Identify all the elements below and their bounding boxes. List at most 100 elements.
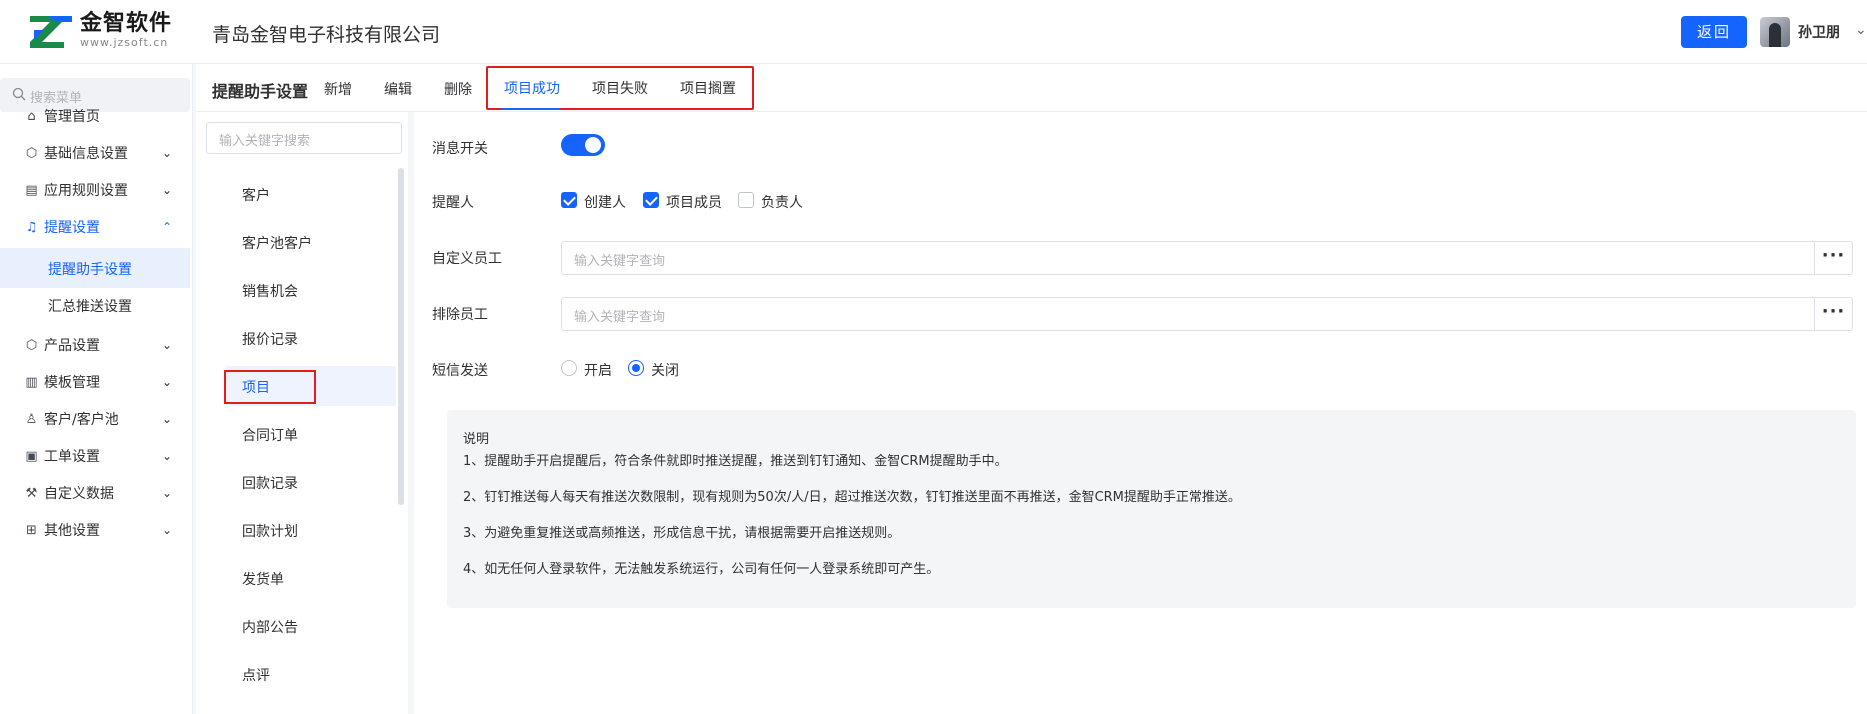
note-line: 1、提醒助手开启提醒后，符合条件就即时推送提醒，推送到钉钉通知、金智CRM提醒助… <box>463 454 1008 469</box>
sidebar-item-product[interactable]: ⬡ 产品设置 ⌄ <box>0 325 190 365</box>
cube-icon: ⬡ <box>25 337 38 353</box>
chevron-down-icon: ⌄ <box>162 412 173 426</box>
document-icon: ▤ <box>25 182 38 198</box>
exclude-staff-input[interactable]: 输入关键字查询 ··· <box>561 297 1853 331</box>
logo-mark-icon <box>28 12 74 50</box>
list-item[interactable]: 报价记录 <box>226 318 396 358</box>
list-item-label: 项目 <box>242 380 270 396</box>
sidebar-item-label: 应用规则设置 <box>44 183 128 199</box>
cube-icon: ⬡ <box>25 145 38 161</box>
back-button[interactable]: 返回 <box>1681 16 1747 48</box>
user-icon: ♙ <box>25 411 38 427</box>
sidebar-subitem-reminder-assistant[interactable]: 提醒助手设置 <box>0 248 190 288</box>
more-icon[interactable]: ··· <box>1814 242 1852 274</box>
list-item[interactable]: 客户池客户 <box>226 222 396 262</box>
list-item-label: 客户 <box>242 188 270 204</box>
msg-switch-toggle[interactable] <box>561 134 605 156</box>
project-member-checkbox-label[interactable]: 项目成员 <box>666 192 722 212</box>
avatar[interactable] <box>1760 17 1790 47</box>
company-name: 青岛金智电子科技有限公司 <box>212 24 441 46</box>
grid-icon: ⊞ <box>26 522 37 538</box>
brand-url: www.jzsoft.cn <box>80 36 169 49</box>
chevron-down-icon: ⌄ <box>162 486 173 500</box>
sidebar-item-label: 产品设置 <box>44 338 100 354</box>
sidebar-item-custom-data[interactable]: ⚒ 自定义数据 ⌄ <box>0 473 190 513</box>
list-item[interactable]: 销售机会 <box>226 270 396 310</box>
exclude-staff-label: 排除员工 <box>432 307 488 323</box>
selection-highlight <box>224 370 316 404</box>
exclude-staff-placeholder: 输入关键字查询 <box>574 310 666 325</box>
sidebar-item-other[interactable]: ⊞ 其他设置 ⌄ <box>0 510 190 550</box>
sidebar-item-label: 工单设置 <box>44 449 100 465</box>
module-search-placeholder: 输入关键字搜索 <box>219 134 311 149</box>
list-item-label: 回款记录 <box>242 476 298 492</box>
list-item-selected[interactable]: 项目 <box>224 366 396 406</box>
list-item[interactable]: 合同订单 <box>226 414 396 454</box>
sms-on-label[interactable]: 开启 <box>584 360 612 380</box>
sidebar-subitem-label: 汇总推送设置 <box>48 299 132 315</box>
sidebar-item-label: 自定义数据 <box>44 486 114 502</box>
owner-checkbox-label[interactable]: 负责人 <box>761 192 803 212</box>
project-member-checkbox[interactable] <box>643 192 659 208</box>
tab-project-suspended[interactable]: 项目搁置 <box>680 78 736 98</box>
custom-icon: ⚒ <box>25 485 38 501</box>
tab-project-failed[interactable]: 项目失败 <box>592 78 648 98</box>
ticket-icon: ▣ <box>25 448 38 464</box>
notes-panel: 说明 1、提醒助手开启提醒后，符合条件就即时推送提醒，推送到钉钉通知、金智CRM… <box>447 410 1856 608</box>
custom-staff-input[interactable]: 输入关键字查询 ··· <box>561 241 1853 275</box>
settings-form: 消息开关 提醒人 创建人 项目成员 负责人 自定义员工 输入关键字查询 ··· … <box>414 112 1867 714</box>
list-item-label: 报价记录 <box>242 332 298 348</box>
chevron-down-icon: ⌄ <box>162 523 173 537</box>
creator-checkbox[interactable] <box>561 192 577 208</box>
top-bar: 金智软件 www.jzsoft.cn 青岛金智电子科技有限公司 返回 孙卫朋 ⌄ <box>0 0 1867 64</box>
sms-off-radio[interactable] <box>628 360 644 376</box>
list-item[interactable]: 发货单 <box>226 558 396 598</box>
page-title: 提醒助手设置 <box>212 82 309 101</box>
sms-off-label[interactable]: 关闭 <box>651 360 679 380</box>
list-item-label: 发货单 <box>242 572 284 588</box>
sidebar-item-label: 提醒设置 <box>44 220 100 236</box>
list-item-label: 合同订单 <box>242 428 298 444</box>
sidebar-item-label: 模板管理 <box>44 375 100 391</box>
logo[interactable]: 金智软件 www.jzsoft.cn <box>28 12 172 50</box>
list-scrollbar[interactable] <box>398 168 404 505</box>
sidebar-item-customer[interactable]: ♙ 客户/客户池 ⌄ <box>0 399 190 439</box>
sidebar-subitem-summary-push[interactable]: 汇总推送设置 <box>0 285 190 325</box>
creator-checkbox-label[interactable]: 创建人 <box>584 192 626 212</box>
brand-name: 金智软件 <box>80 11 173 36</box>
sidebar-item-ticket[interactable]: ▣ 工单设置 ⌄ <box>0 436 190 476</box>
sidebar-item-basic-info[interactable]: ⬡ 基础信息设置 ⌄ <box>0 133 190 173</box>
note-line: 2、钉钉推送每人每天有推送次数限制，现有规则为50次/人/日，超过推送次数，钉钉… <box>463 490 1241 505</box>
chevron-down-icon: ⌄ <box>162 146 173 160</box>
sidebar-item-template[interactable]: ▥ 模板管理 ⌄ <box>0 362 190 402</box>
sidebar-item-home[interactable]: ⌂ 管理首页 <box>0 96 190 136</box>
sidebar-item-label: 客户/客户池 <box>44 412 119 428</box>
list-item-label: 销售机会 <box>242 284 298 300</box>
chevron-down-icon: ⌄ <box>162 449 173 463</box>
user-name[interactable]: 孙卫朋 <box>1798 22 1840 42</box>
list-item-label: 内部公告 <box>242 620 298 636</box>
more-icon[interactable]: ··· <box>1814 298 1852 330</box>
list-item[interactable]: 回款记录 <box>226 462 396 502</box>
module-search-input[interactable]: 输入关键字搜索 <box>206 122 402 154</box>
sidebar-item-label: 管理首页 <box>44 109 100 125</box>
list-item[interactable]: 客户 <box>226 174 396 214</box>
sidebar-item-label: 其他设置 <box>44 523 100 539</box>
sidebar-item-reminder-settings[interactable]: ♫ 提醒设置 ⌃ <box>0 207 190 247</box>
delete-button[interactable]: 删除 <box>444 79 472 99</box>
chevron-down-icon: ⌄ <box>162 183 173 197</box>
chevron-down-icon: ⌄ <box>162 375 173 389</box>
active-tab-indicator <box>501 108 559 110</box>
chevron-down-icon: ⌄ <box>162 338 173 352</box>
owner-checkbox[interactable] <box>738 192 754 208</box>
sidebar-item-app-rules[interactable]: ▤ 应用规则设置 ⌄ <box>0 170 190 210</box>
edit-button[interactable]: 编辑 <box>384 79 412 99</box>
list-item[interactable]: 点评 <box>226 654 396 694</box>
chevron-down-icon[interactable]: ⌄ <box>1855 22 1867 38</box>
tab-project-success[interactable]: 项目成功 <box>504 78 560 98</box>
list-item-label: 点评 <box>242 668 270 684</box>
add-button[interactable]: 新增 <box>324 79 352 99</box>
sms-on-radio[interactable] <box>561 360 577 376</box>
list-item[interactable]: 回款计划 <box>226 510 396 550</box>
list-item[interactable]: 内部公告 <box>226 606 396 646</box>
